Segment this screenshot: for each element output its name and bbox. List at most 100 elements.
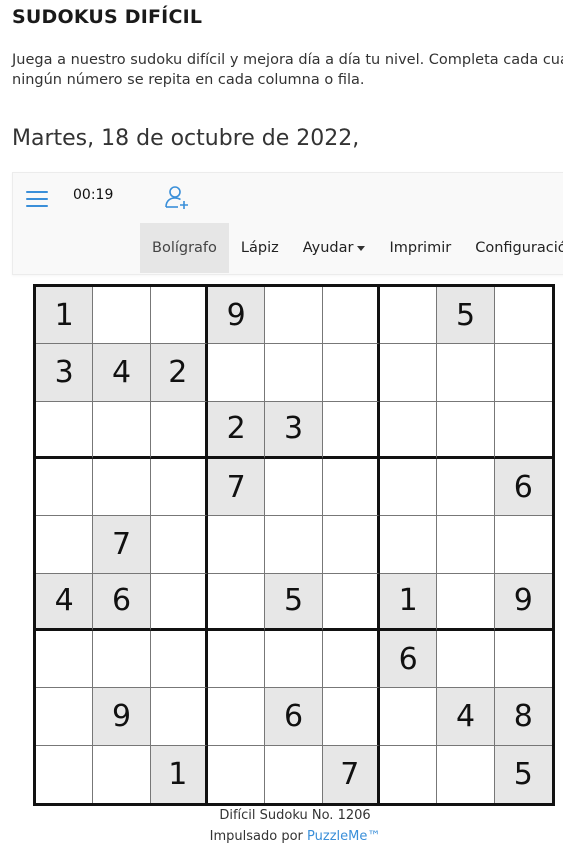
sudoku-cell[interactable]: [36, 745, 94, 803]
page-title: SUDOKUS DIFÍCIL: [12, 6, 203, 28]
sudoku-cell[interactable]: 9: [207, 287, 266, 345]
description-line-1: Juega a nuestro sudoku difícil y mejora …: [12, 52, 563, 68]
sudoku-cell[interactable]: 3: [36, 344, 94, 402]
print-button[interactable]: Imprimir: [377, 223, 463, 273]
sudoku-cell[interactable]: 2: [150, 344, 208, 402]
sudoku-cell[interactable]: [322, 458, 380, 517]
sudoku-cell[interactable]: [150, 573, 208, 631]
sudoku-cell[interactable]: [265, 516, 323, 574]
timer: 00:19: [73, 187, 114, 203]
sudoku-cell[interactable]: 5: [437, 287, 495, 345]
sudoku-cell[interactable]: [150, 287, 208, 345]
sudoku-cell[interactable]: [322, 287, 380, 345]
description-line-2: ningún número se repita en cada columna …: [12, 72, 365, 88]
sudoku-cell[interactable]: [322, 630, 380, 689]
settings-button[interactable]: Configuración: [463, 223, 563, 273]
sudoku-cell[interactable]: 3: [265, 401, 323, 459]
sudoku-cell[interactable]: [494, 402, 552, 459]
sudoku-grid: 195342237674651969648175: [33, 284, 555, 806]
sudoku-cell[interactable]: 6: [494, 458, 552, 517]
sudoku-cell[interactable]: [207, 573, 266, 631]
powered-by: Impulsado por PuzzleMe™: [0, 829, 563, 844]
sudoku-cell[interactable]: [36, 401, 94, 459]
sudoku-cell[interactable]: 4: [36, 573, 94, 631]
sudoku-cell[interactable]: [379, 688, 438, 746]
sudoku-cell[interactable]: 9: [494, 573, 552, 631]
sudoku-cell[interactable]: [208, 745, 266, 803]
sudoku-cell[interactable]: [379, 516, 438, 574]
sudoku-cell[interactable]: [437, 630, 495, 689]
sudoku-cell[interactable]: [93, 401, 151, 459]
sudoku-cell[interactable]: [93, 745, 151, 803]
sudoku-cell[interactable]: [93, 287, 151, 345]
sudoku-cell[interactable]: 1: [36, 287, 94, 345]
sudoku-cell[interactable]: [494, 344, 552, 402]
sudoku-cell[interactable]: 5: [265, 573, 323, 631]
sudoku-cell[interactable]: 7: [207, 458, 266, 517]
puzzle-number: Difícil Sudoku No. 1206: [219, 808, 371, 823]
sudoku-cell[interactable]: [379, 344, 438, 402]
sudoku-cell[interactable]: 6: [379, 630, 438, 689]
help-dropdown[interactable]: Ayudar: [291, 223, 378, 273]
sudoku-cell[interactable]: [36, 516, 94, 574]
sudoku-cell[interactable]: [494, 631, 552, 689]
sudoku-cell[interactable]: [265, 630, 323, 689]
sudoku-cell[interactable]: [379, 401, 438, 459]
sudoku-cell[interactable]: [437, 745, 495, 803]
sudoku-cell[interactable]: [322, 344, 380, 402]
sudoku-cell[interactable]: [93, 458, 151, 517]
sudoku-cell[interactable]: [437, 344, 495, 402]
pen-tab[interactable]: Bolígrafo: [140, 223, 229, 273]
sudoku-cell[interactable]: [150, 516, 208, 574]
sudoku-cell[interactable]: [36, 688, 94, 746]
sudoku-cell[interactable]: 2: [207, 401, 266, 459]
hamburger-menu-icon[interactable]: [26, 189, 50, 209]
sudoku-cell[interactable]: [494, 287, 552, 345]
sudoku-cell[interactable]: 9: [93, 688, 151, 746]
add-user-icon[interactable]: [163, 184, 191, 212]
sudoku-cell[interactable]: [437, 573, 495, 631]
sudoku-cell[interactable]: 1: [379, 573, 438, 631]
sudoku-cell[interactable]: 7: [322, 745, 380, 803]
sudoku-cell[interactable]: [207, 688, 266, 746]
sudoku-cell[interactable]: [437, 458, 495, 517]
sudoku-cell[interactable]: [265, 458, 323, 517]
sudoku-cell[interactable]: 4: [437, 688, 495, 746]
sudoku-cell[interactable]: [265, 745, 323, 803]
sudoku-cell[interactable]: 6: [93, 573, 151, 631]
sudoku-cell[interactable]: 5: [494, 745, 552, 803]
sudoku-cell[interactable]: [322, 401, 380, 459]
page-description: Juega a nuestro sudoku difícil y mejora …: [12, 50, 563, 90]
sudoku-cell[interactable]: [322, 688, 380, 746]
sudoku-cell[interactable]: [380, 745, 438, 803]
sudoku-cell[interactable]: 7: [93, 516, 151, 574]
sudoku-cell[interactable]: [207, 344, 266, 402]
toolbar-menu: Bolígrafo Lápiz Ayudar Imprimir Configuració…: [140, 223, 563, 273]
sudoku-cell[interactable]: [437, 516, 495, 574]
sudoku-cell[interactable]: 4: [93, 344, 151, 402]
sudoku-cell[interactable]: [322, 516, 380, 574]
sudoku-cell[interactable]: [150, 401, 208, 459]
sudoku-cell[interactable]: [437, 401, 495, 459]
help-label: Ayudar: [302, 240, 354, 256]
pencil-tab[interactable]: Lápiz: [229, 223, 291, 273]
sudoku-cell[interactable]: [379, 458, 438, 517]
sudoku-cell[interactable]: [93, 630, 151, 689]
sudoku-cell[interactable]: [150, 688, 208, 746]
sudoku-cell[interactable]: [36, 630, 94, 689]
sudoku-cell[interactable]: [207, 630, 266, 689]
sudoku-cell[interactable]: [150, 458, 208, 517]
sudoku-cell[interactable]: [494, 516, 552, 574]
sudoku-cell[interactable]: [265, 287, 323, 345]
sudoku-cell[interactable]: [150, 630, 208, 689]
sudoku-cell[interactable]: 8: [494, 688, 552, 746]
sudoku-cell[interactable]: [265, 344, 323, 402]
sudoku-cell[interactable]: [379, 287, 438, 345]
puzzleme-link[interactable]: PuzzleMe™: [307, 829, 380, 844]
sudoku-cell[interactable]: [207, 516, 266, 574]
sudoku-cell[interactable]: 6: [265, 688, 323, 746]
sudoku-cell[interactable]: [36, 458, 94, 517]
sudoku-cell[interactable]: 1: [150, 745, 208, 803]
puzzle-toolbar: 00:19 Bolígrafo Lápiz Ayudar Imprimir Config…: [12, 172, 563, 275]
sudoku-cell[interactable]: [322, 573, 380, 631]
